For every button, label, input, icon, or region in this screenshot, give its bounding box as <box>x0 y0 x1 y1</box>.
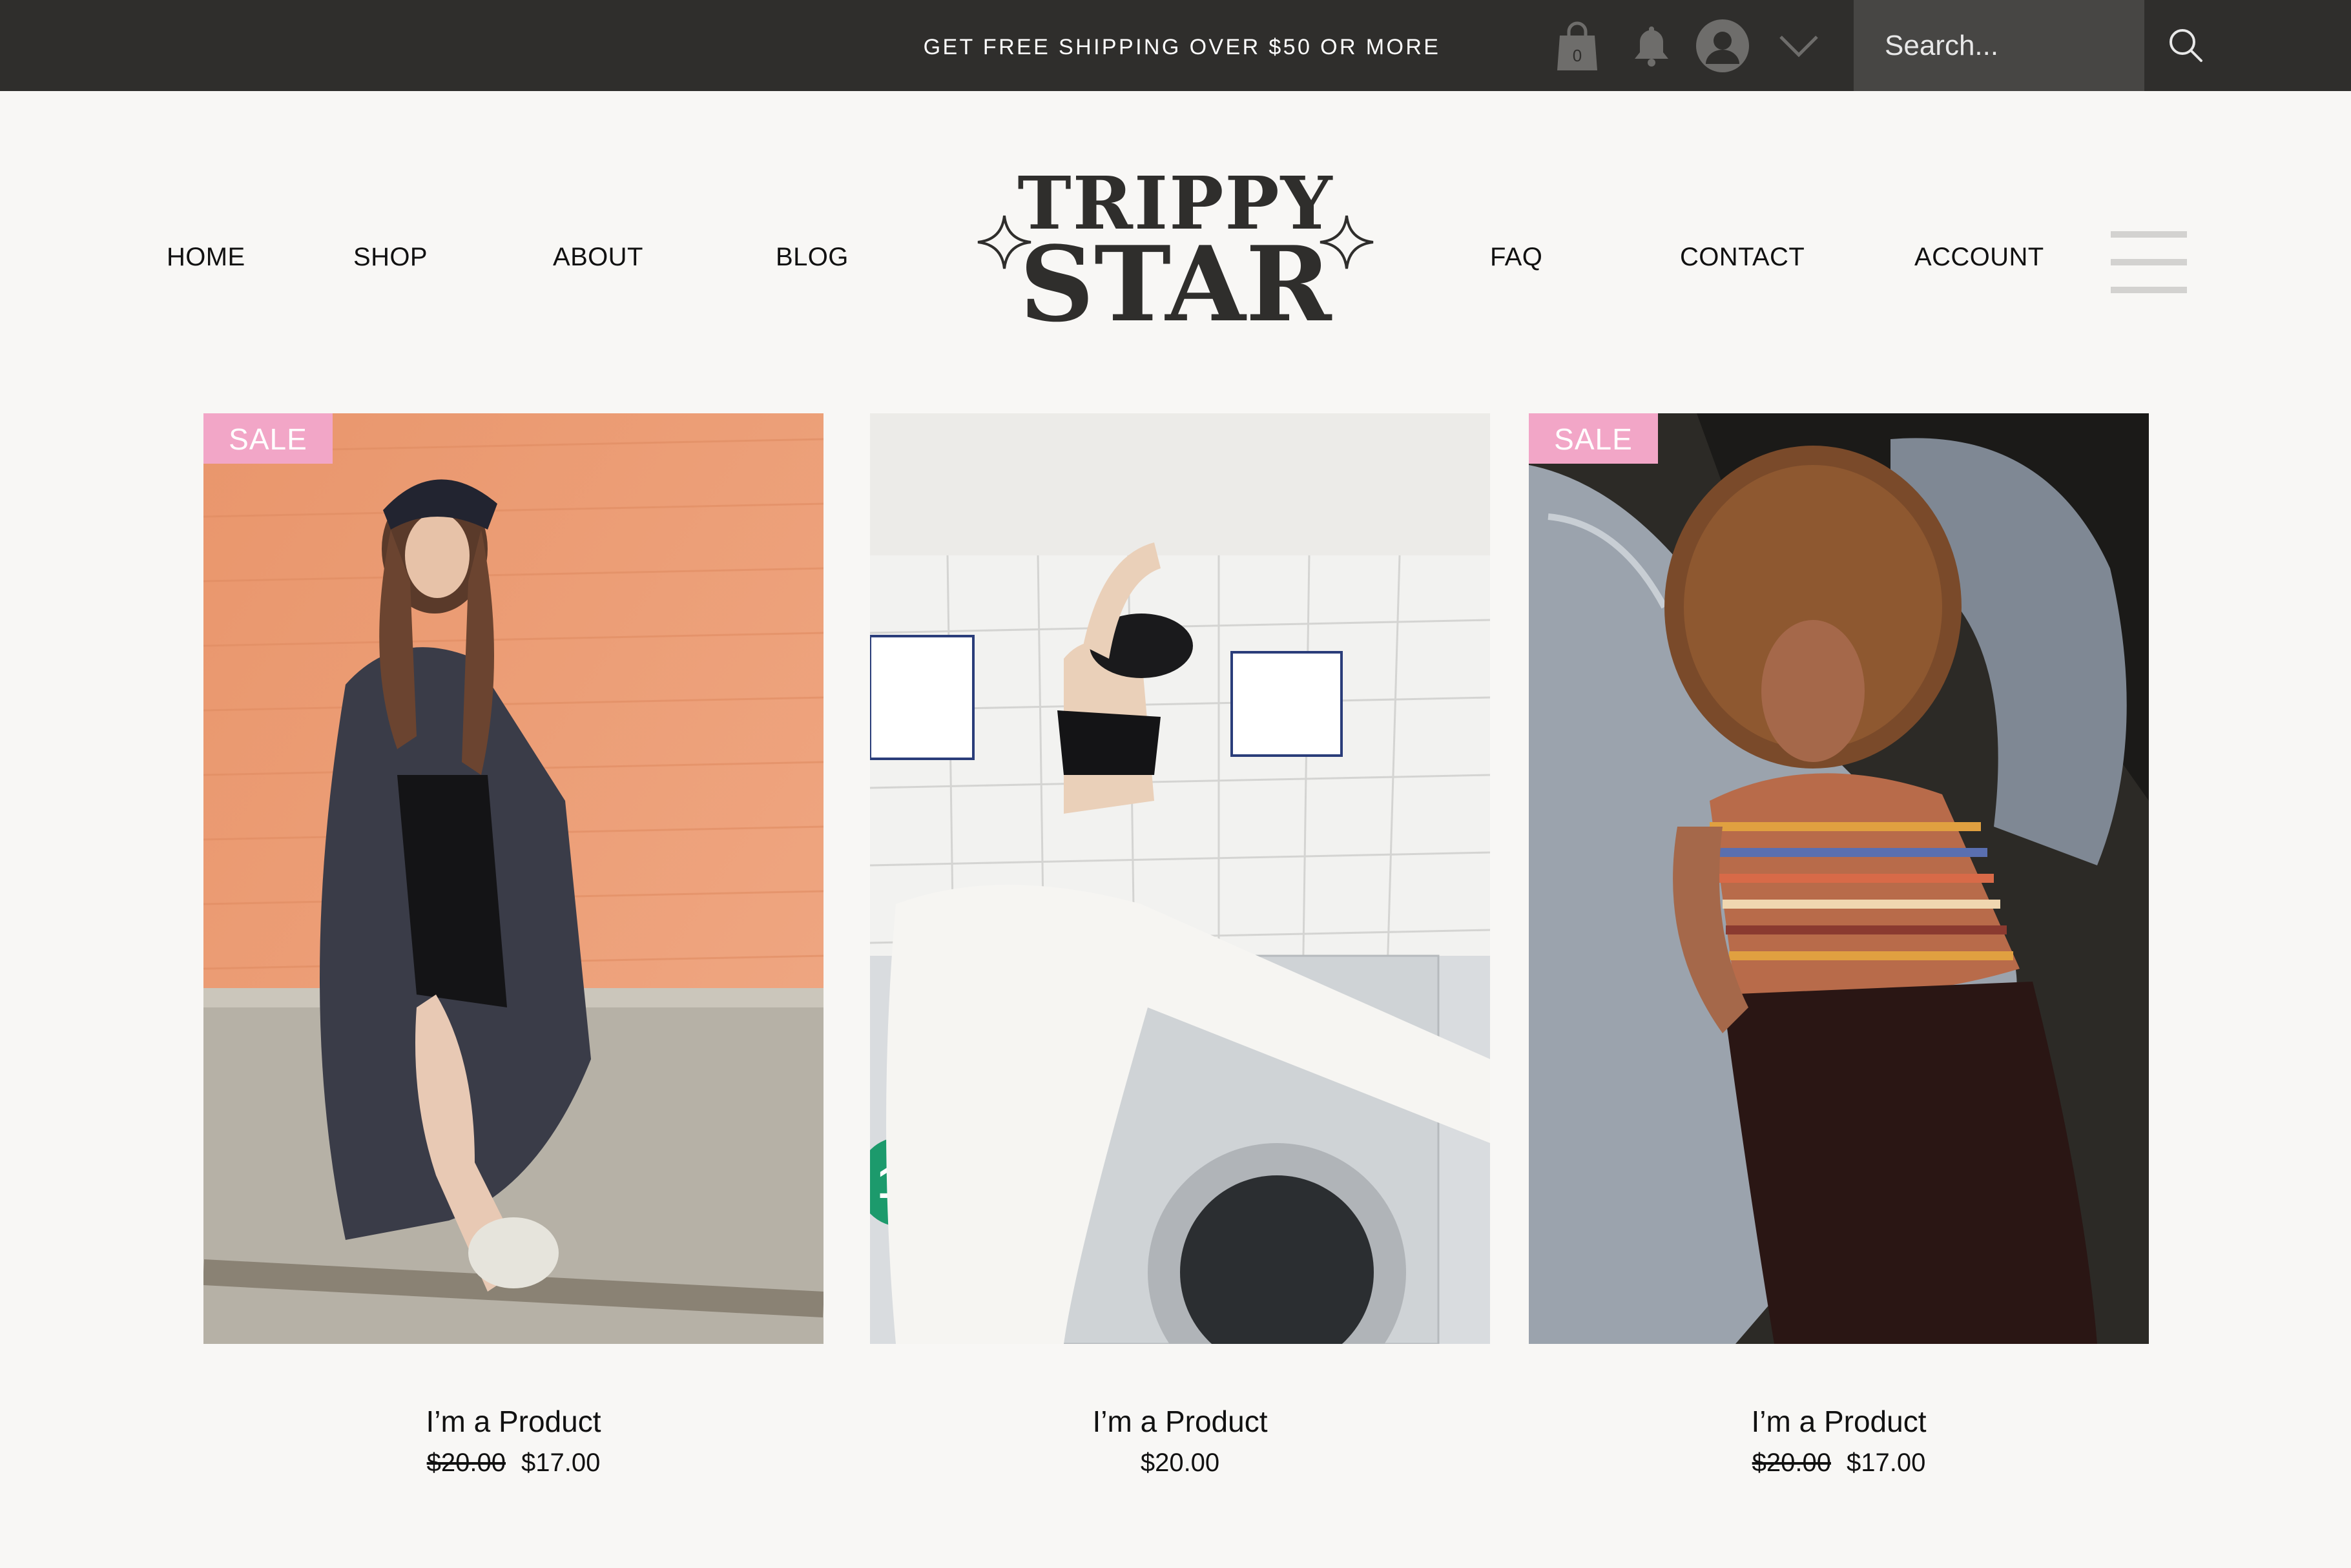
product-card[interactable]: SALE I’m a Product $20.00 $17.00 <box>1529 413 2149 1511</box>
product-price: $20.00 <box>870 1449 1490 1478</box>
product-name[interactable]: I’m a Product <box>870 1404 1490 1439</box>
hamburger-menu-button[interactable] <box>2111 231 2187 293</box>
sale-price: $17.00 <box>1847 1449 1926 1477</box>
nav-account[interactable]: ACCOUNT <box>1914 243 2044 272</box>
product-image[interactable] <box>1529 413 2149 1344</box>
product-price: $20.00 $17.00 <box>203 1449 823 1478</box>
bell-icon <box>1635 26 1668 67</box>
hamburger-line <box>2111 231 2187 238</box>
sale-badge: SALE <box>203 413 333 464</box>
top-bar: GET FREE SHIPPING OVER $50 OR MORE 0 <box>0 0 2351 91</box>
product-name[interactable]: I’m a Product <box>1529 1404 2149 1439</box>
sparkle-star-icon <box>977 215 1031 269</box>
nav-shop[interactable]: SHOP <box>353 243 428 272</box>
product-price: $20.00 $17.00 <box>1529 1449 2149 1478</box>
search-box <box>1854 0 2144 91</box>
cart-button[interactable]: 0 <box>1555 0 1599 91</box>
nav-home[interactable]: HOME <box>167 243 245 272</box>
hamburger-line <box>2111 287 2187 293</box>
sale-price: $17.00 <box>521 1449 601 1477</box>
user-avatar-button[interactable] <box>1695 0 1750 91</box>
user-avatar-icon <box>1696 19 1749 72</box>
logo-line-2: STAR <box>1019 223 1332 345</box>
sale-badge: SALE <box>1529 413 1658 464</box>
shopping-bag-icon: 0 <box>1557 21 1597 70</box>
product-image[interactable] <box>203 413 823 1344</box>
account-menu-toggle[interactable] <box>1776 0 1821 91</box>
original-price: $20.00 <box>426 1449 506 1477</box>
sparkle-star-icon <box>1320 215 1374 269</box>
search-input[interactable] <box>1885 0 2130 91</box>
hamburger-line <box>2111 259 2187 265</box>
product-name[interactable]: I’m a Product <box>203 1404 823 1439</box>
shipping-promo: GET FREE SHIPPING OVER $50 OR MORE <box>923 35 1441 59</box>
product-image[interactable]: 14 <box>870 413 1490 1344</box>
nav-blog[interactable]: BLOG <box>776 243 849 272</box>
product-card[interactable]: 14 I’m a Product $20.00 <box>870 413 1490 1511</box>
product-card[interactable]: SALE I’m a Product $20.00 $17.00 <box>203 413 823 1511</box>
nav-about[interactable]: ABOUT <box>553 243 643 272</box>
nav-faq[interactable]: FAQ <box>1490 243 1542 272</box>
search-button[interactable] <box>2165 25 2206 66</box>
nav-contact[interactable]: CONTACT <box>1680 243 1805 272</box>
original-price: $20.00 <box>1752 1449 1831 1477</box>
search-icon <box>2170 29 2202 62</box>
brand-logo[interactable]: TRIPPY STAR <box>975 161 1376 336</box>
chevron-down-icon <box>1779 35 1818 57</box>
regular-price: $20.00 <box>1140 1449 1220 1477</box>
notifications-button[interactable] <box>1633 0 1670 91</box>
cart-count: 0 <box>1573 46 1582 65</box>
